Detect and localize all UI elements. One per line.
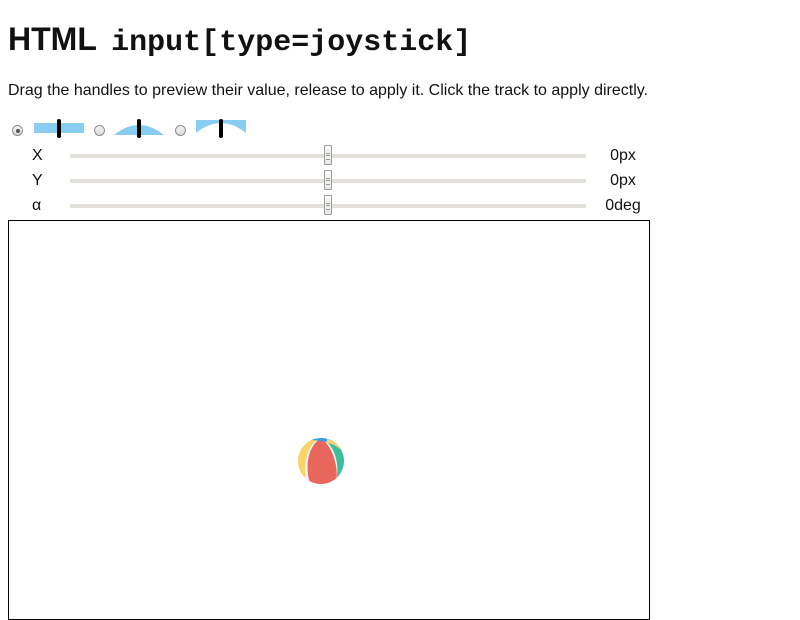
slider-value-angle: 0deg: [605, 197, 641, 214]
beach-ball-icon[interactable]: [297, 437, 345, 485]
slider-label-y: Y: [32, 172, 43, 189]
page-title-main: HTML: [8, 21, 97, 57]
slider-value-x: 0px: [610, 147, 636, 164]
mode-radio-convex[interactable]: [94, 125, 105, 136]
slider-label-x: X: [32, 147, 43, 164]
track-mode-selector: [12, 118, 272, 140]
slider-track-angle[interactable]: [70, 195, 586, 215]
slider-track-x[interactable]: [70, 145, 586, 165]
mode-radio-concave[interactable]: [175, 125, 186, 136]
flat-track-icon[interactable]: [33, 118, 85, 140]
slider-row-x: X 0px: [8, 145, 648, 167]
convex-track-icon[interactable]: [113, 118, 165, 140]
page-title: HTML input[type=joystick]: [8, 18, 471, 64]
instructions-text: Drag the handles to preview their value,…: [8, 82, 649, 99]
slider-row-y: Y 0px: [8, 170, 648, 192]
slider-row-angle: α 0deg: [8, 195, 648, 217]
slider-handle-y[interactable]: [324, 170, 332, 190]
concave-track-icon[interactable]: [195, 118, 247, 140]
mode-radio-flat[interactable]: [12, 125, 23, 136]
slider-handle-x[interactable]: [324, 145, 332, 165]
slider-handle-angle[interactable]: [324, 195, 332, 215]
slider-label-angle: α: [32, 197, 42, 214]
joystick-stage[interactable]: [8, 220, 650, 620]
page-title-code: input[type=joystick]: [111, 26, 472, 60]
slider-track-y[interactable]: [70, 170, 586, 190]
slider-value-y: 0px: [610, 172, 636, 189]
